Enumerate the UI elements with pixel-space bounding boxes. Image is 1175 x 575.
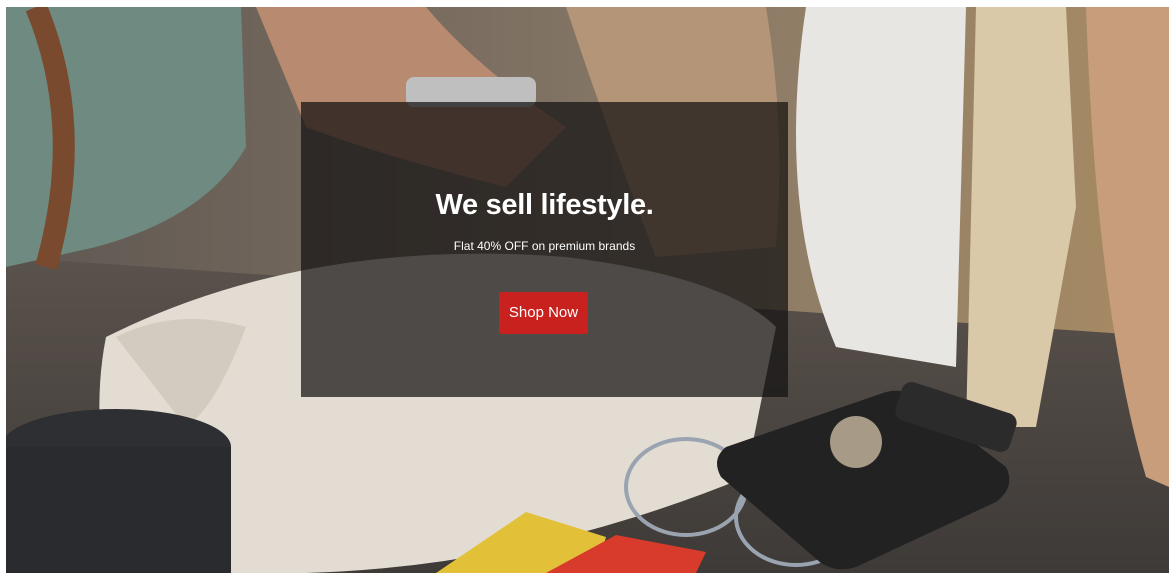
promo-overlay: We sell lifestyle. Flat 40% OFF on premi… — [301, 102, 788, 397]
shop-now-button[interactable]: Shop Now — [499, 292, 588, 334]
hero-banner: We sell lifestyle. Flat 40% OFF on premi… — [6, 7, 1169, 573]
promo-subheadline: Flat 40% OFF on premium brands — [453, 239, 636, 253]
promo-headline: We sell lifestyle. — [435, 189, 654, 221]
